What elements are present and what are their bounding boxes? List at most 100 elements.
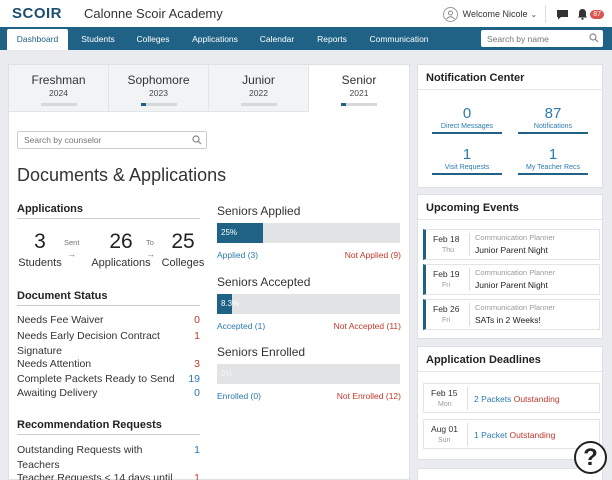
outstanding-status: Outstanding <box>513 394 560 404</box>
event-category: Communication Planner <box>475 233 556 242</box>
tab-applications[interactable]: Applications <box>184 29 246 50</box>
divider <box>469 233 470 256</box>
progress-bar: 25% <box>217 223 400 243</box>
progress-legend: Enrolled (0) Not Enrolled (12) <box>217 391 401 403</box>
rec-row-outstanding[interactable]: Outstanding Requests with Teachers 1 <box>17 443 200 472</box>
arrow-right-icon: → <box>146 249 155 259</box>
progress-legend: Applied (3) Not Applied (9) <box>217 250 401 262</box>
year-tab-sophomore[interactable]: Sophomore 2023 <box>109 65 209 112</box>
not-accepted-link[interactable]: Not Accepted (11) <box>334 321 401 331</box>
year-number: 2022 <box>249 88 268 98</box>
progress-percent: 8.3% <box>221 299 240 308</box>
year-progress-bar <box>241 103 277 106</box>
main-nav: Dashboard Students Colleges Applications… <box>0 27 612 50</box>
event-item[interactable]: Feb 18 Thu Communication Planner Junior … <box>423 229 600 260</box>
packet-count-link[interactable]: 2 Packets <box>474 394 511 404</box>
notifications-stat[interactable]: 87 Notifications <box>518 105 588 134</box>
dashboard-main-panel: Freshman 2024 Sophomore 2023 Junior 2022… <box>8 64 410 480</box>
seniors-applied-title: Seniors Applied <box>217 204 301 218</box>
rec-row-teacher-requests[interactable]: Teacher Requests < 14 days until 1 <box>17 472 200 480</box>
user-avatar-icon[interactable] <box>442 6 458 22</box>
event-name: Junior Parent Night <box>475 280 548 290</box>
tab-communication[interactable]: Communication <box>364 29 434 50</box>
help-button[interactable]: ? <box>574 441 607 474</box>
tab-reports[interactable]: Reports <box>309 29 355 50</box>
chevron-down-icon[interactable]: ⌄ <box>531 10 538 19</box>
status-row-early-decision[interactable]: Needs Early Decision Contract Signature … <box>17 329 200 358</box>
counselor-search <box>17 131 207 149</box>
arrow-right-icon: → <box>67 249 76 259</box>
deadline-item[interactable]: Aug 01 Sun 1 Packet Outstanding <box>423 419 600 449</box>
not-enrolled-link[interactable]: Not Enrolled (12) <box>337 391 401 401</box>
year-progress-bar <box>141 103 177 106</box>
stat-label: Direct Messages <box>440 123 494 130</box>
seniors-enrolled: Seniors Enrolled 0% Enrolled (0) Not Enr… <box>217 345 401 403</box>
status-row-complete-packets[interactable]: Complete Packets Ready to Send 19 <box>17 373 200 385</box>
stat-label: Notifications <box>533 123 573 130</box>
accepted-link[interactable]: Accepted (1) <box>217 321 265 331</box>
scoir-logo[interactable]: SCOIR <box>12 5 62 22</box>
document-status-heading: Document Status <box>17 290 200 306</box>
status-label: Needs Fee Waiver <box>17 314 104 326</box>
status-row-needs-attention[interactable]: Needs Attention 3 <box>17 358 200 370</box>
name-search <box>481 30 603 47</box>
colleges-count: 25 <box>171 230 195 253</box>
event-date: Feb 26 <box>433 304 460 314</box>
not-applied-link[interactable]: Not Applied (9) <box>345 250 401 260</box>
year-tab-freshman[interactable]: Freshman 2024 <box>9 65 109 112</box>
rec-label: Teacher Requests < 14 days until <box>17 472 173 480</box>
year-number: 2023 <box>149 88 168 98</box>
search-icon[interactable] <box>589 33 599 46</box>
application-deadlines-card: Application Deadlines Feb 15 Mon 2 Packe… <box>417 346 603 460</box>
search-icon[interactable] <box>192 135 202 148</box>
applications-count: 26 <box>109 230 133 253</box>
status-label: Needs Attention <box>17 358 92 370</box>
applied-link[interactable]: Applied (3) <box>217 250 258 260</box>
event-day: Fri <box>442 282 451 289</box>
deadline-packets: 2 Packets Outstanding <box>474 394 560 404</box>
status-label: Needs Early Decision Contract Signature <box>17 330 160 357</box>
event-category: Communication Planner <box>475 268 556 277</box>
rec-count: 1 <box>194 444 200 456</box>
notification-center-title: Notification Center <box>418 65 602 90</box>
event-item[interactable]: Feb 26 Fri Communication Planner SATs in… <box>423 299 600 330</box>
event-day: Fri <box>442 317 451 324</box>
year-progress-bar <box>41 103 77 106</box>
divider <box>467 387 468 410</box>
messages-icon[interactable] <box>556 9 569 20</box>
year-progress-fill <box>341 103 347 106</box>
year-tab-junior[interactable]: Junior 2022 <box>209 65 309 112</box>
stat-number: 87 <box>544 105 562 122</box>
tab-students[interactable]: Students <box>74 29 122 50</box>
teacher-recs-stat[interactable]: 1 My Teacher Recs <box>518 146 588 175</box>
deadline-item[interactable]: Feb 15 Mon 2 Packets Outstanding <box>423 383 600 413</box>
visit-requests-stat[interactable]: 1 Visit Requests <box>432 146 502 175</box>
event-day: Thu <box>442 247 455 254</box>
school-name: Calonne Scoir Academy <box>84 6 223 21</box>
seniors-enrolled-title: Seniors Enrolled <box>217 345 306 359</box>
status-count: 1 <box>194 330 200 342</box>
tab-calendar[interactable]: Calendar <box>254 29 300 50</box>
event-item[interactable]: Feb 19 Fri Communication Planner Junior … <box>423 264 600 295</box>
progress-bar: 8.3% <box>217 294 400 314</box>
stat-number: 0 <box>462 105 472 122</box>
class-year-tabs: Freshman 2024 Sophomore 2023 Junior 2022… <box>9 65 409 112</box>
welcome-menu[interactable]: Welcome Nicole <box>463 9 528 19</box>
enrolled-link[interactable]: Enrolled (0) <box>217 391 261 401</box>
name-search-input[interactable] <box>481 30 585 47</box>
progress-legend: Accepted (1) Not Accepted (11) <box>217 321 401 333</box>
upcoming-events-card: Upcoming Events Feb 18 Thu Communication… <box>417 194 603 339</box>
direct-messages-stat[interactable]: 0 Direct Messages <box>432 105 502 134</box>
year-tab-senior[interactable]: Senior 2021 <box>309 65 409 112</box>
status-row-fee-waiver[interactable]: Needs Fee Waiver 0 <box>17 314 200 326</box>
status-count: 3 <box>194 358 200 370</box>
tab-colleges[interactable]: Colleges <box>130 29 176 50</box>
event-category: Communication Planner <box>475 303 556 312</box>
status-row-awaiting-delivery[interactable]: Awaiting Delivery 0 <box>17 387 200 399</box>
counselor-search-input[interactable] <box>18 132 188 148</box>
divider <box>469 268 470 291</box>
tab-dashboard[interactable]: Dashboard <box>7 29 68 50</box>
packet-count-link[interactable]: 1 Packet <box>474 430 507 440</box>
bell-icon[interactable]: 87 <box>577 8 604 20</box>
notification-center-card: Notification Center 0 Direct Messages 87… <box>417 64 603 188</box>
